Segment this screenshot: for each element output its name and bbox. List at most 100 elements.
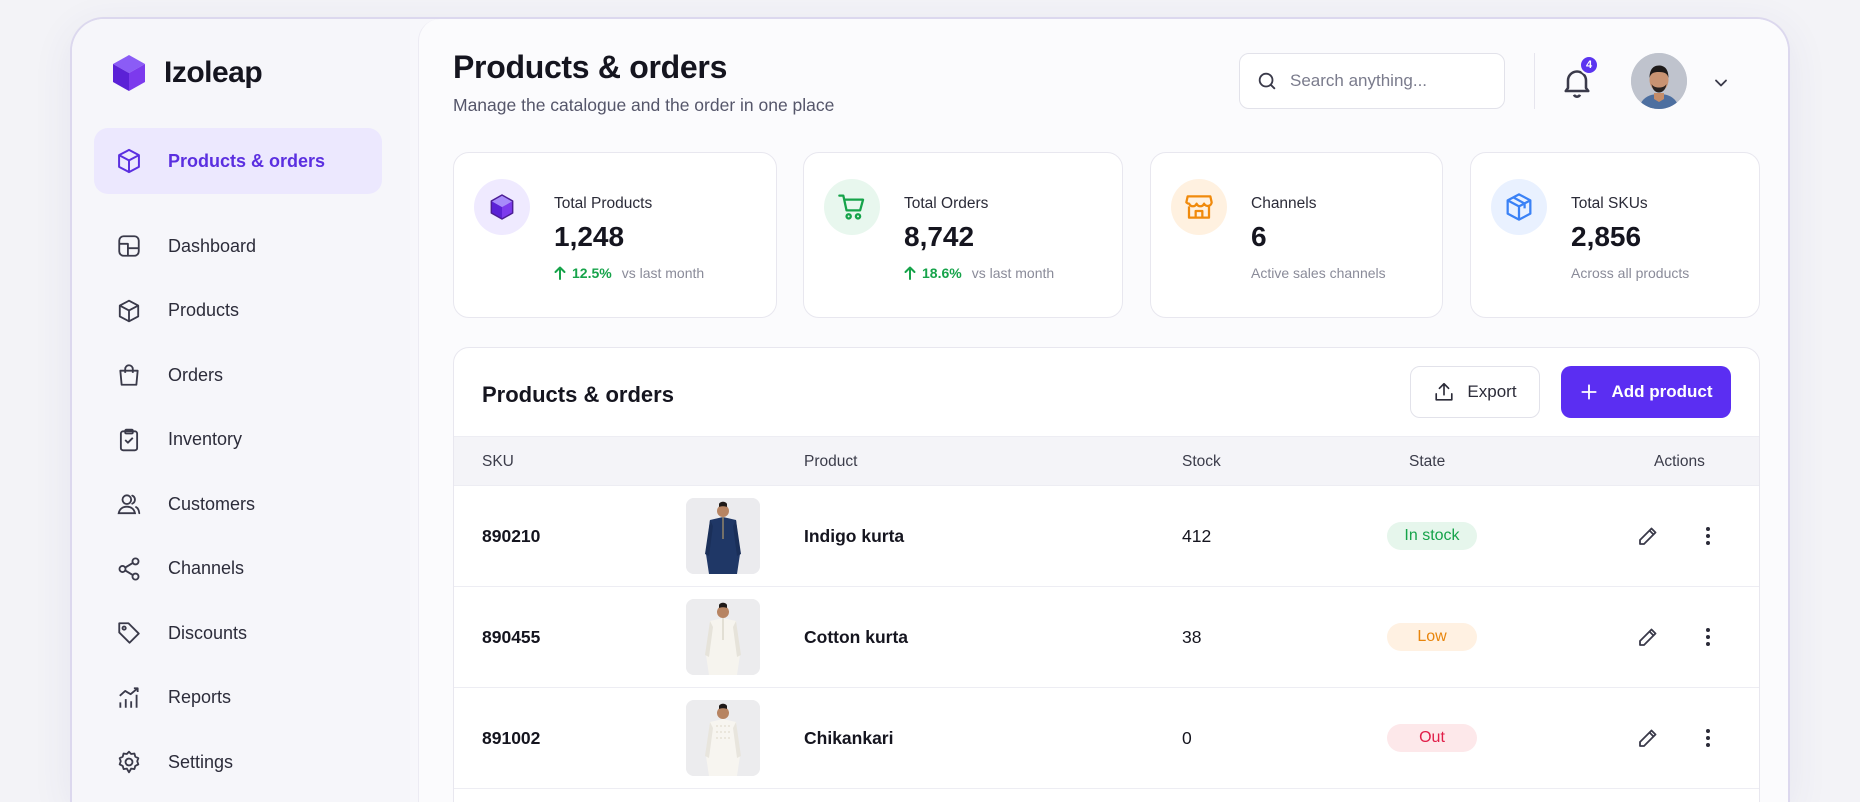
cart-icon <box>824 179 880 235</box>
stat-title: Total SKUs <box>1571 195 1648 212</box>
status-badge: Low <box>1387 623 1477 651</box>
pencil-icon[interactable] <box>1636 726 1660 750</box>
table-row[interactable]: 891002 Chikankari 0 Out <box>454 688 1759 789</box>
stat-card-total-skus: Total SKUs 2,856 Across all products <box>1470 152 1760 318</box>
product-thumbnail <box>686 498 760 574</box>
sidebar-item-label: Inventory <box>168 429 243 450</box>
more-vertical-icon[interactable] <box>1696 726 1720 750</box>
pencil-icon[interactable] <box>1636 625 1660 649</box>
box-icon <box>1491 179 1547 235</box>
page-subtitle: Manage the catalogue and the order in on… <box>453 95 835 115</box>
status-badge: In stock <box>1387 522 1477 550</box>
chart-icon <box>114 683 144 713</box>
sidebar-item-label: Dashboard <box>168 235 257 256</box>
row-stock: 0 <box>1182 728 1192 748</box>
stat-card-channels: Channels 6 Active sales channels <box>1150 152 1443 318</box>
stat-change-value: 18.6% <box>922 265 962 281</box>
stat-change-note: vs last month <box>621 265 705 281</box>
stat-title: Total Products <box>554 195 653 212</box>
sidebar-item-label: Customers <box>168 493 256 514</box>
arrow-up-icon <box>904 266 916 280</box>
app-window: Izoleap Products & orders Dashboard Prod… <box>70 17 1790 802</box>
page-title: Products & orders <box>453 49 728 85</box>
brand[interactable]: Izoleap <box>110 53 263 93</box>
sidebar-item-discounts[interactable]: Discounts <box>94 601 382 666</box>
sidebar-item-label: Settings <box>168 751 234 772</box>
stat-title: Channels <box>1251 195 1317 212</box>
main-content: Products & orders Manage the catalogue a… <box>418 19 1788 802</box>
column-header-state[interactable]: State <box>1409 453 1445 471</box>
column-header-product[interactable]: Product <box>804 453 857 471</box>
chevron-down-icon[interactable] <box>1711 73 1731 93</box>
stat-change-value: 12.5% <box>572 265 612 281</box>
export-button[interactable]: Export <box>1410 366 1540 418</box>
clipboard-icon <box>114 425 144 455</box>
more-vertical-icon[interactable] <box>1696 625 1720 649</box>
brand-name: Izoleap <box>164 56 263 89</box>
pencil-icon[interactable] <box>1636 524 1660 548</box>
sidebar-item-dashboard[interactable]: Dashboard <box>94 214 382 279</box>
header-divider <box>1534 53 1535 109</box>
sidebar-item-label: Products & orders <box>168 150 326 171</box>
stat-change: 18.6% <box>904 265 962 281</box>
stat-card-total-products: Total Products 1,248 12.5% vs last month <box>453 152 777 318</box>
row-stock: 412 <box>1182 526 1212 546</box>
share-icon <box>114 554 144 584</box>
add-product-button[interactable]: Add product <box>1561 366 1731 418</box>
sidebar-item-settings[interactable]: Settings <box>94 730 382 795</box>
column-header-actions: Actions <box>1654 453 1705 470</box>
avatar[interactable] <box>1631 53 1687 109</box>
stat-note: Across all products <box>1571 265 1690 281</box>
sidebar-item-label: Products <box>168 300 240 321</box>
stat-note: Active sales channels <box>1251 265 1386 281</box>
search-input[interactable] <box>1290 71 1490 91</box>
sidebar-item-products[interactable]: Products <box>94 279 382 344</box>
stat-value: 2,856 <box>1571 221 1642 252</box>
cube-icon <box>114 296 144 326</box>
stat-value: 1,248 <box>554 221 625 252</box>
search-icon <box>1258 72 1276 90</box>
table-row[interactable]: 890210 Indigo kurta 412 In stock <box>454 486 1759 587</box>
add-product-label: Add product <box>1611 382 1713 401</box>
stat-footer: 18.6% vs last month <box>904 265 1054 281</box>
row-product[interactable]: Chikankari <box>804 728 893 749</box>
export-label: Export <box>1467 382 1517 401</box>
row-stock: 38 <box>1182 627 1202 647</box>
cube-icon <box>474 179 530 235</box>
table-header: SKU Product Stock State Actions <box>454 436 1759 486</box>
sidebar-item-products-orders[interactable]: Products & orders <box>94 128 382 194</box>
stat-change-note: vs last month <box>971 265 1055 281</box>
column-header-stock[interactable]: Stock <box>1182 453 1221 471</box>
sidebar-item-label: Orders <box>168 364 224 385</box>
sidebar-item-inventory[interactable]: Inventory <box>94 408 382 473</box>
dashboard-icon <box>114 231 144 261</box>
cube-icon <box>114 146 144 176</box>
panel-title: Products & orders <box>482 382 674 407</box>
sidebar-item-orders[interactable]: Orders <box>94 343 382 408</box>
stat-value: 6 <box>1251 221 1267 252</box>
stat-title: Total Orders <box>904 195 989 212</box>
more-vertical-icon[interactable] <box>1696 524 1720 548</box>
plus-icon <box>1581 384 1598 400</box>
stat-value: 8,742 <box>904 221 975 252</box>
tag-icon <box>114 618 144 648</box>
row-product[interactable]: Indigo kurta <box>804 526 904 547</box>
upload-icon <box>1435 382 1454 401</box>
brand-logo-icon <box>113 55 145 91</box>
sidebar-item-label: Discounts <box>168 622 248 643</box>
store-icon <box>1171 179 1227 235</box>
column-header-sku[interactable]: SKU <box>482 453 514 471</box>
table-row[interactable]: 890455 Cotton kurta 38 Low <box>454 587 1759 688</box>
products-table-panel: Products & orders Export Add product SKU… <box>453 347 1760 802</box>
users-icon <box>114 489 144 519</box>
shopping-bag-icon <box>114 360 144 390</box>
sidebar-item-channels[interactable]: Channels <box>94 537 382 602</box>
row-product[interactable]: Cotton kurta <box>804 627 908 648</box>
notification-badge: 4 <box>1579 55 1599 75</box>
sidebar-item-customers[interactable]: Customers <box>94 472 382 537</box>
stat-change: 12.5% <box>554 265 612 281</box>
sidebar-nav: Products & orders Dashboard Products Ord… <box>94 128 382 795</box>
gear-icon <box>114 747 144 777</box>
search-box[interactable] <box>1239 53 1505 109</box>
sidebar-item-reports[interactable]: Reports <box>94 666 382 731</box>
